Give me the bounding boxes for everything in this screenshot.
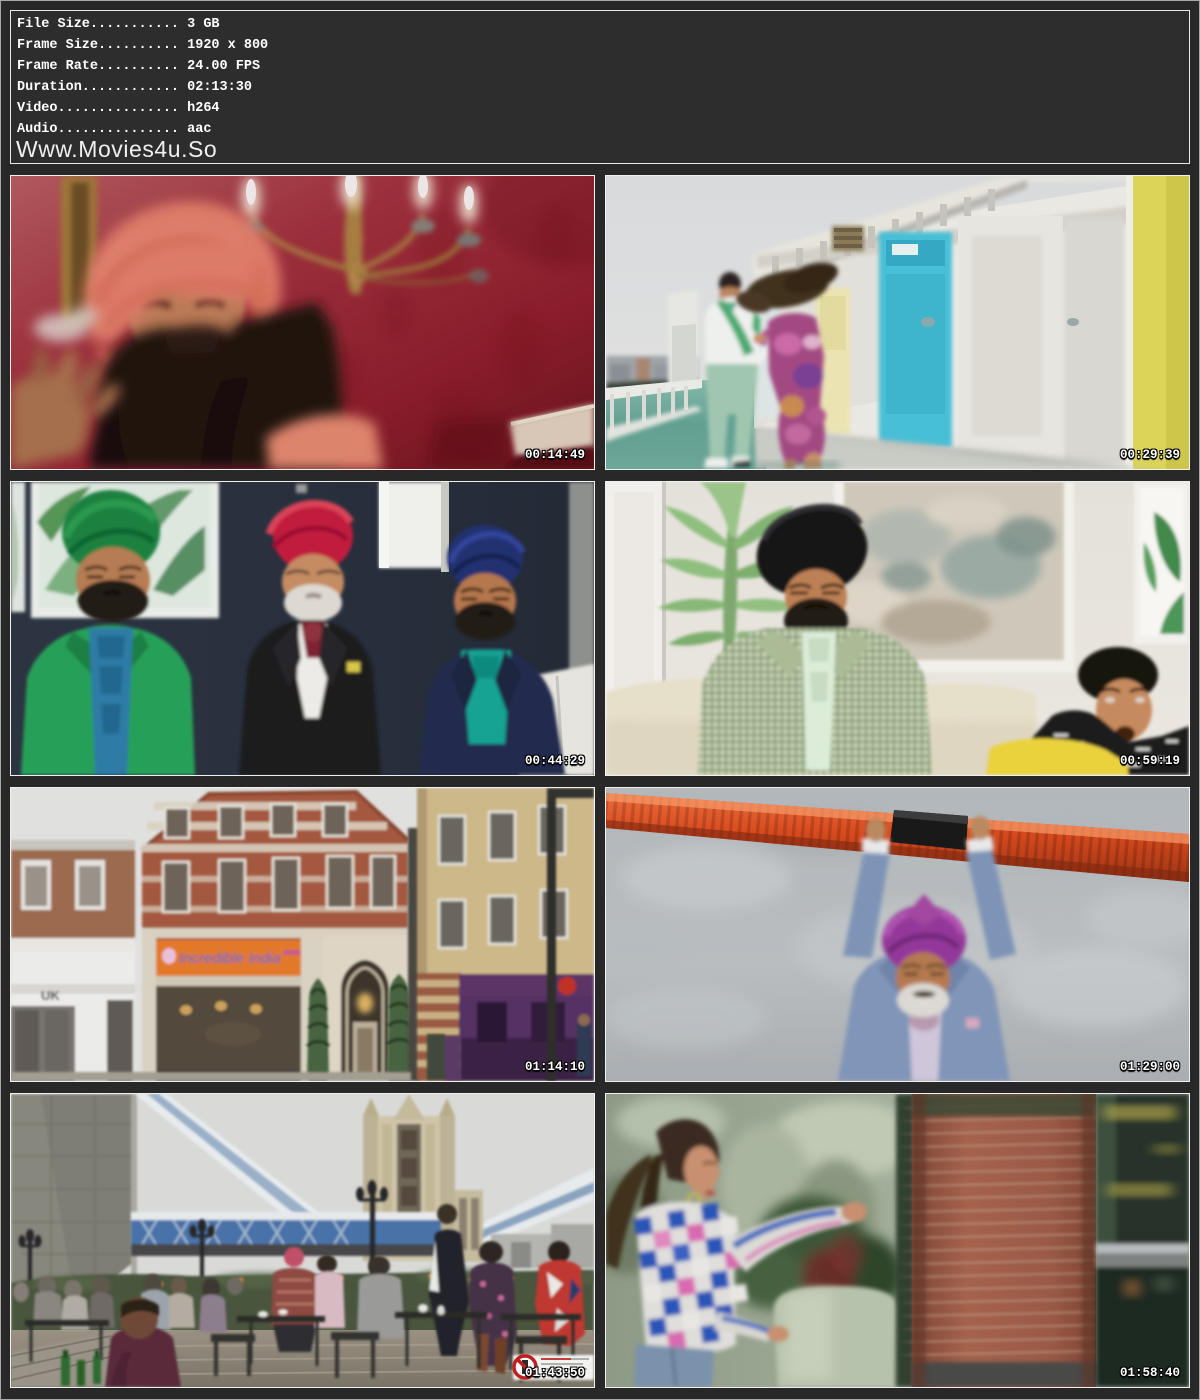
- svg-text:UK: UK: [41, 988, 60, 1003]
- svg-text:Incredible India: Incredible India: [179, 950, 281, 967]
